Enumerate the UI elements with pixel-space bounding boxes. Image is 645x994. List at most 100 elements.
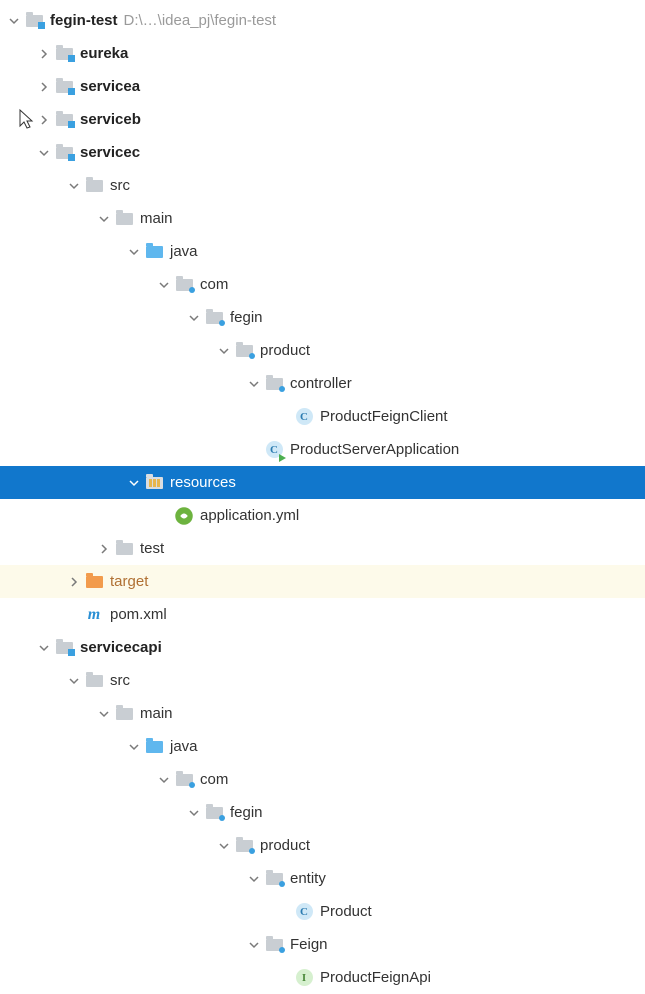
tree-label: target (110, 573, 148, 590)
tree-label: application.yml (200, 507, 299, 524)
tree-label: entity (290, 870, 326, 887)
tree-row-resources[interactable]: resources (0, 466, 645, 499)
tree-label: main (140, 705, 173, 722)
java-interface-icon: I (294, 968, 314, 988)
package-folder-icon (264, 374, 284, 394)
tree-label: java (170, 738, 198, 755)
tree-label: ProductServerApplication (290, 441, 459, 458)
chevron-right-icon[interactable] (64, 577, 84, 587)
tree-row-entity[interactable]: entity (0, 862, 645, 895)
tree-row-fegin[interactable]: fegin (0, 301, 645, 334)
tree-row-feign-pkg[interactable]: Feign (0, 928, 645, 961)
tree-label: test (140, 540, 164, 557)
tree-row-controller[interactable]: controller (0, 367, 645, 400)
tree-row-java[interactable]: java (0, 235, 645, 268)
tree-row-src-2[interactable]: src (0, 664, 645, 697)
tree-label: java (170, 243, 198, 260)
chevron-down-icon[interactable] (34, 643, 54, 653)
tree-row-com-2[interactable]: com (0, 763, 645, 796)
module-folder-icon (54, 77, 74, 97)
tree-label: resources (170, 474, 236, 491)
tree-label: servicec (80, 144, 140, 161)
tree-label: com (200, 276, 228, 293)
tree-label: servicecapi (80, 639, 162, 656)
tree-row-serviceb[interactable]: serviceb (0, 103, 645, 136)
tree-label: ProductFeignClient (320, 408, 448, 425)
chevron-right-icon[interactable] (34, 115, 54, 125)
folder-icon (114, 704, 134, 724)
tree-row-product-class[interactable]: C Product (0, 895, 645, 928)
tree-label: main (140, 210, 173, 227)
folder-icon (114, 539, 134, 559)
tree-row-main[interactable]: main (0, 202, 645, 235)
java-class-icon: C (294, 902, 314, 922)
tree-label: fegin (230, 804, 263, 821)
chevron-down-icon[interactable] (184, 313, 204, 323)
module-folder-icon (54, 638, 74, 658)
tree-row-product-feign-api[interactable]: I ProductFeignApi (0, 961, 645, 994)
chevron-right-icon[interactable] (94, 544, 114, 554)
tree-row-servicec[interactable]: servicec (0, 136, 645, 169)
tree-row-fegin-2[interactable]: fegin (0, 796, 645, 829)
chevron-down-icon[interactable] (124, 247, 144, 257)
tree-row-product-feign-client[interactable]: C ProductFeignClient (0, 400, 645, 433)
tree-row-product-2[interactable]: product (0, 829, 645, 862)
maven-icon: m (84, 605, 104, 625)
package-folder-icon (234, 836, 254, 856)
chevron-down-icon[interactable] (154, 280, 174, 290)
tree-label: pom.xml (110, 606, 167, 623)
tree-row-product-server-application[interactable]: C ProductServerApplication (0, 433, 645, 466)
tree-row-pom-xml[interactable]: m pom.xml (0, 598, 645, 631)
tree-row-target[interactable]: target (0, 565, 645, 598)
chevron-right-icon[interactable] (34, 49, 54, 59)
tree-label: controller (290, 375, 352, 392)
tree-row-main-2[interactable]: main (0, 697, 645, 730)
chevron-down-icon[interactable] (184, 808, 204, 818)
project-tree[interactable]: fegin-test D:\…\idea_pj\fegin-test eurek… (0, 0, 645, 994)
package-folder-icon (234, 341, 254, 361)
tree-row-servicecapi[interactable]: servicecapi (0, 631, 645, 664)
tree-label: src (110, 177, 130, 194)
tree-row-java-2[interactable]: java (0, 730, 645, 763)
chevron-down-icon[interactable] (244, 379, 264, 389)
tree-label: product (260, 837, 310, 854)
chevron-down-icon[interactable] (64, 676, 84, 686)
chevron-down-icon[interactable] (244, 940, 264, 950)
tree-row-eureka[interactable]: eureka (0, 37, 645, 70)
tree-row-product[interactable]: product (0, 334, 645, 367)
java-class-icon: C (294, 407, 314, 427)
module-folder-icon (54, 143, 74, 163)
tree-label: ProductFeignApi (320, 969, 431, 986)
chevron-down-icon[interactable] (94, 214, 114, 224)
tree-label: src (110, 672, 130, 689)
chevron-down-icon[interactable] (124, 478, 144, 488)
tree-row-servicea[interactable]: servicea (0, 70, 645, 103)
folder-icon (84, 671, 104, 691)
chevron-down-icon[interactable] (154, 775, 174, 785)
project-path: D:\…\idea_pj\fegin-test (124, 12, 277, 29)
chevron-down-icon[interactable] (94, 709, 114, 719)
folder-icon (114, 209, 134, 229)
package-folder-icon (204, 308, 224, 328)
tree-label: Feign (290, 936, 328, 953)
chevron-down-icon[interactable] (244, 874, 264, 884)
tree-label: Product (320, 903, 372, 920)
chevron-down-icon[interactable] (124, 742, 144, 752)
tree-row-src[interactable]: src (0, 169, 645, 202)
spring-yml-icon (174, 506, 194, 526)
tree-label: product (260, 342, 310, 359)
tree-label: com (200, 771, 228, 788)
chevron-down-icon[interactable] (214, 841, 234, 851)
tree-row-com[interactable]: com (0, 268, 645, 301)
chevron-down-icon[interactable] (64, 181, 84, 191)
module-folder-icon (24, 11, 44, 31)
tree-row-application-yml[interactable]: application.yml (0, 499, 645, 532)
tree-row-root[interactable]: fegin-test D:\…\idea_pj\fegin-test (0, 4, 645, 37)
chevron-down-icon[interactable] (4, 16, 24, 26)
chevron-down-icon[interactable] (214, 346, 234, 356)
tree-row-test[interactable]: test (0, 532, 645, 565)
java-runnable-class-icon: C (264, 440, 284, 460)
chevron-down-icon[interactable] (34, 148, 54, 158)
chevron-right-icon[interactable] (34, 82, 54, 92)
package-folder-icon (264, 935, 284, 955)
